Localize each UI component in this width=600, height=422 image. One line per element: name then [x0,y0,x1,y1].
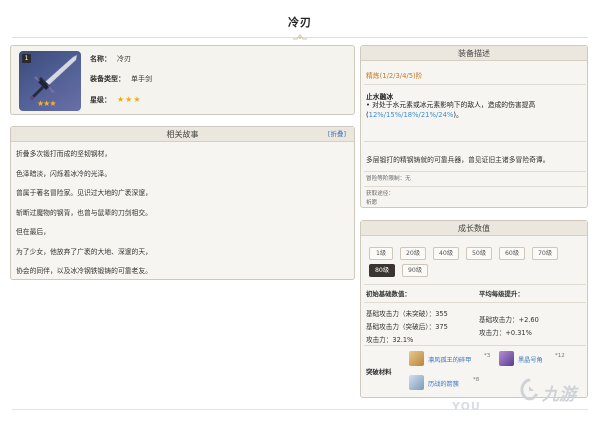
divider [364,84,586,85]
divider [364,284,586,285]
ascend-label: 突破材料 [366,368,392,376]
divider [364,302,586,303]
name-row: 名称： 冷刃 [90,54,131,64]
description-title: 装备描述 [458,49,490,58]
flavor-text: 多层锻打的精钢铸就的可靠兵器，曾见证旧主诸多冒险奇谭。 [366,156,550,164]
watermark-logo: 九游 [518,376,598,405]
base-stat: 攻击力：32.1% [366,336,414,344]
base-stat: 基础攻击力（未突破）：355 [366,310,448,318]
story-title: 相关故事 [166,130,199,139]
divider [364,171,586,172]
story-line: 斩断过魔物的钢背，也曾与鼠辈的刀剑相交。 [16,208,152,217]
watermark-text: YOU [452,400,481,413]
material-name[interactable]: 凛风孤王的碎甲 [428,355,471,364]
name-value: 冷刃 [117,55,131,63]
material-name[interactable]: 历战的箭簇 [428,379,459,388]
story-body: 折叠多次锻打而成的坚韧钢材， 色泽暗淡，闪烁着冰冷的光泽。 曾属于著名冒险家。见… [11,142,354,285]
level-button-60[interactable]: 60级 [499,247,525,260]
story-line: 但在最后， [16,228,50,236]
horn-icon [499,351,514,366]
type-row: 装备类型： 单手剑 [90,74,152,84]
description-panel: 装备描述 精炼(1/2/3/4/5)阶 止水融冰 • 对处于水元素或冰元素影响下… [360,45,588,208]
level-button-40[interactable]: 40级 [433,247,459,260]
star-label: 星级： [90,96,111,104]
base-stat: 基础攻击力（突破后）：375 [366,323,448,331]
weapon-image: 1 ★★★ [19,51,81,111]
rarity-stars: ★★★ [37,99,56,108]
story-header: 相关故事 [折叠] [11,127,354,142]
effect-values: 12%/15%/18%/21%/24% [368,111,454,119]
level-button-70[interactable]: 70级 [532,247,558,260]
story-line: 色泽暗淡，闪烁着冰冷的光泽。 [16,169,112,178]
divider [364,186,586,187]
type-label: 装备类型： [90,75,125,83]
story-line: 协会的同伴，以及冰冷钢铁锻铸的可靠老友。 [16,267,152,275]
growth-panel: 成长数值 1级 20级 40级 50级 60级 70级 80级 90级 初始基础… [360,220,588,398]
material-name[interactable]: 黑晶号角 [518,355,543,364]
story-line: 为了少女，他放弃了广袤的大地、深邃的天， [16,247,152,256]
arrowhead-icon [409,375,424,390]
level-button-80[interactable]: 80级 [369,264,395,277]
divider [364,141,586,142]
story-line: 折叠多次锻打而成的坚韧钢材， [16,150,112,158]
effect-suffix: )。 [453,111,463,119]
level-button-1[interactable]: 1级 [369,247,393,260]
page-title: 冷刃 [288,16,312,29]
type-value: 单手剑 [131,75,152,83]
base-header: 初始基础数值： [366,290,411,298]
star-value: ★★★ [117,95,142,104]
growth-header: 成长数值 [361,221,587,236]
fold-link[interactable]: [折叠] [328,127,346,142]
name-label: 名称： [90,55,111,63]
level-button-20[interactable]: 20级 [400,247,426,260]
bonus-stat: 攻击力：+0.31% [479,329,532,337]
item-card: 1 ★★★ 名称： 冷刃 装备类型： 单手剑 星级： ★★★ [10,45,355,115]
footer-divider [12,409,588,410]
material-count: *8 [473,377,480,383]
watermark-brand: 九游 [542,385,576,405]
description-header: 装备描述 [361,46,587,61]
source-label: 获取途径： [366,191,394,197]
limit-text: 冒险等阶限制：无 [366,176,411,182]
growth-title: 成长数值 [458,224,490,233]
divider [364,345,586,346]
refine-text: 精炼(1/2/3/4/5)阶 [366,72,423,80]
title-ornament-icon [293,34,307,40]
level-button-90[interactable]: 90级 [402,264,428,277]
star-row: 星级： ★★★ [90,95,142,105]
skill-effect: • 对处于水元素或冰元素影响下的敌人，造成的伤害提高(12%/15%/18%/2… [366,100,584,120]
source-value: 祈愿 [366,200,378,206]
broken-armor-icon [409,351,424,366]
level-button-50[interactable]: 50级 [466,247,492,260]
material-count: *3 [484,353,491,359]
story-panel: 相关故事 [折叠] 折叠多次锻打而成的坚韧钢材， 色泽暗淡，闪烁着冰冷的光泽。 … [10,126,355,280]
story-line: 曾属于著名冒险家。见识过大地的广袤深邃， [16,189,152,197]
material-count: *12 [555,353,565,359]
bonus-stat: 基础攻击力：+2.60 [479,316,539,324]
brand-logo-icon [520,378,538,401]
bonus-header: 平均每级提升： [479,290,524,298]
